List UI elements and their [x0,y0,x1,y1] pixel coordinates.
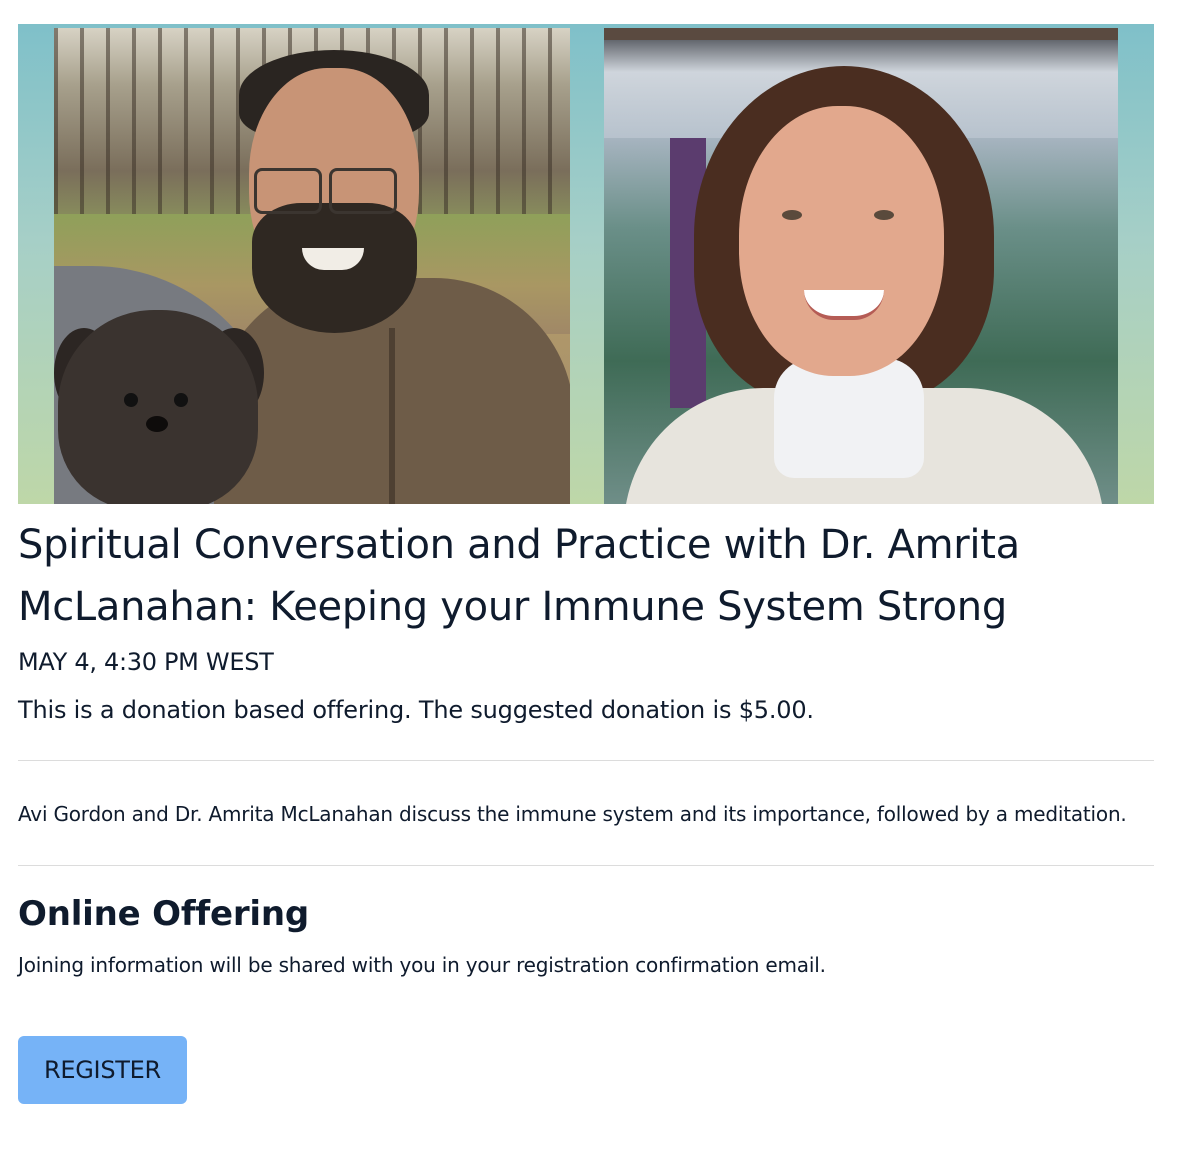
event-description: Avi Gordon and Dr. Amrita McLanahan disc… [18,802,1127,826]
donation-info: This is a donation based offering. The s… [18,696,814,724]
glasses-right-lens [329,168,397,214]
event-page: Spiritual Conversation and Practice with… [18,24,1154,1104]
joining-info: Joining information will be shared with … [18,953,826,977]
event-date: MAY 4, 4:30 PM WEST [18,648,274,676]
speaker-photo-amrita-mclanahan [604,28,1118,504]
speaker-photo-avi-gordon [54,28,570,504]
event-title: Spiritual Conversation and Practice with… [18,522,1020,630]
divider [18,865,1154,866]
divider [18,760,1154,761]
online-offering-heading: Online Offering [18,894,310,934]
glasses-left-lens [254,168,322,214]
register-button[interactable]: REGISTER [18,1036,187,1104]
event-banner-image [18,24,1154,504]
dog [58,310,258,504]
